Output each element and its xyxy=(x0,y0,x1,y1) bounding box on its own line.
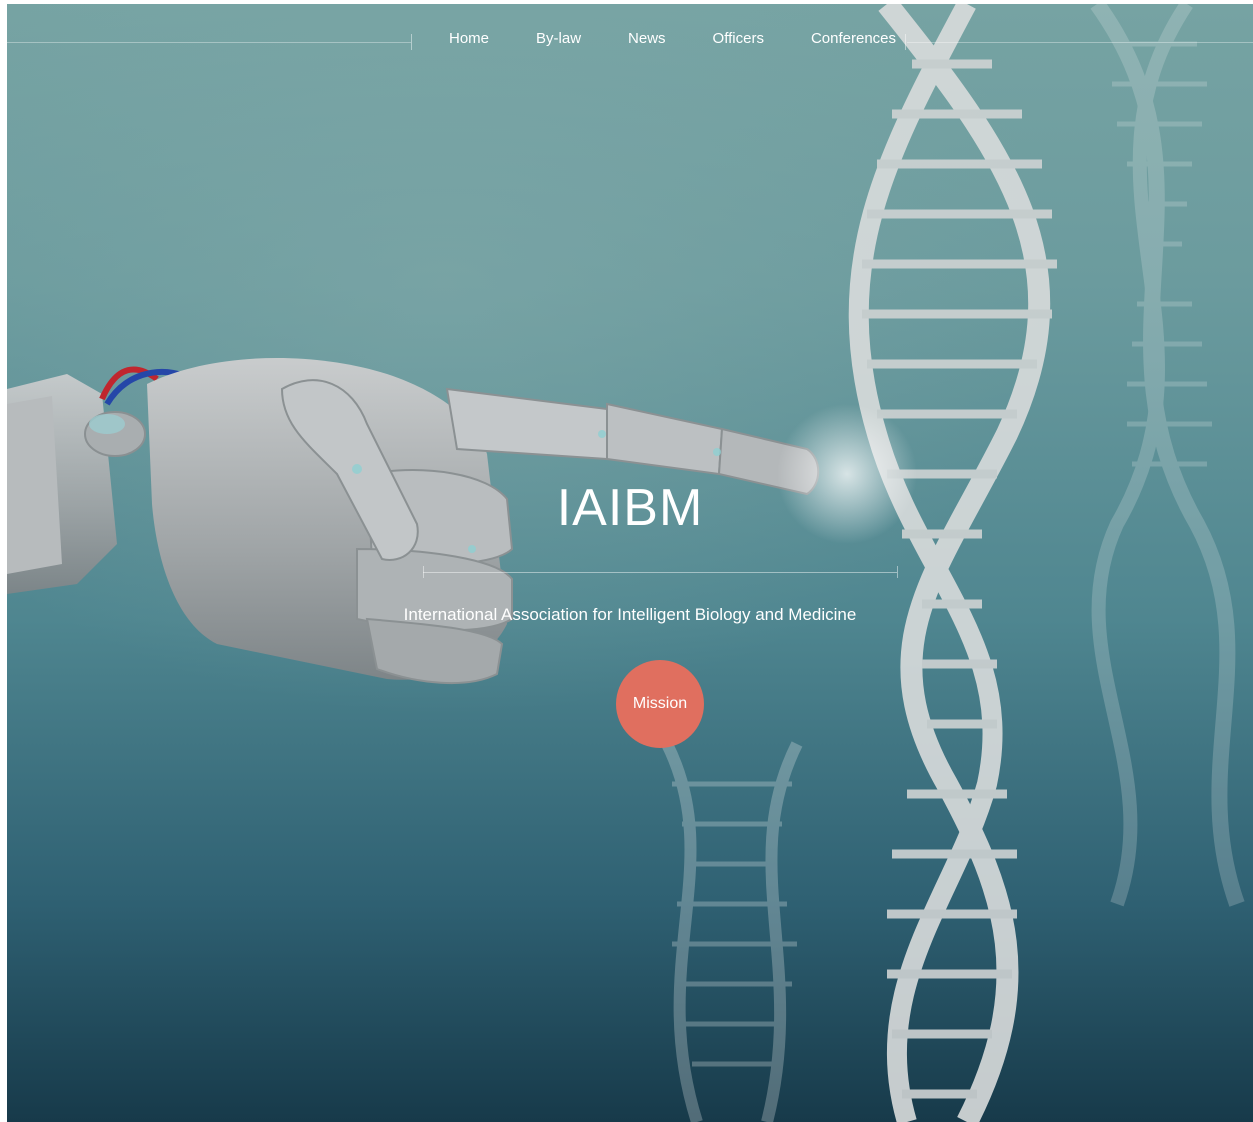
page-title: IAIBM xyxy=(556,479,704,537)
nav-item-by-law[interactable]: By-law xyxy=(536,30,581,47)
nav-item-officers[interactable]: Officers xyxy=(713,30,764,47)
page-subtitle: International Association for Intelligen… xyxy=(403,605,857,624)
nav-divider-tick-right xyxy=(905,34,906,50)
hero-background-image xyxy=(7,4,1245,1122)
title-divider-tick-right xyxy=(897,566,898,578)
title-divider xyxy=(423,572,897,573)
title-divider-tick-left xyxy=(423,566,424,578)
nav-item-news[interactable]: News xyxy=(628,30,666,47)
nav-divider-tick-left xyxy=(411,34,412,50)
dna-helix-main-icon xyxy=(848,4,1057,1122)
dna-helix-small-icon xyxy=(661,741,803,1122)
main-nav: Home By-law News Officers Conferences xyxy=(427,30,896,47)
nav-divider-right xyxy=(907,42,1253,43)
nav-item-home[interactable]: Home xyxy=(449,30,489,47)
dna-helix-far-icon xyxy=(1090,4,1245,907)
mission-button[interactable]: Mission xyxy=(616,660,704,748)
nav-item-conferences[interactable]: Conferences xyxy=(811,30,896,47)
hero-section: Home By-law News Officers Conferences IA… xyxy=(7,4,1253,1122)
nav-divider-left xyxy=(7,42,411,43)
